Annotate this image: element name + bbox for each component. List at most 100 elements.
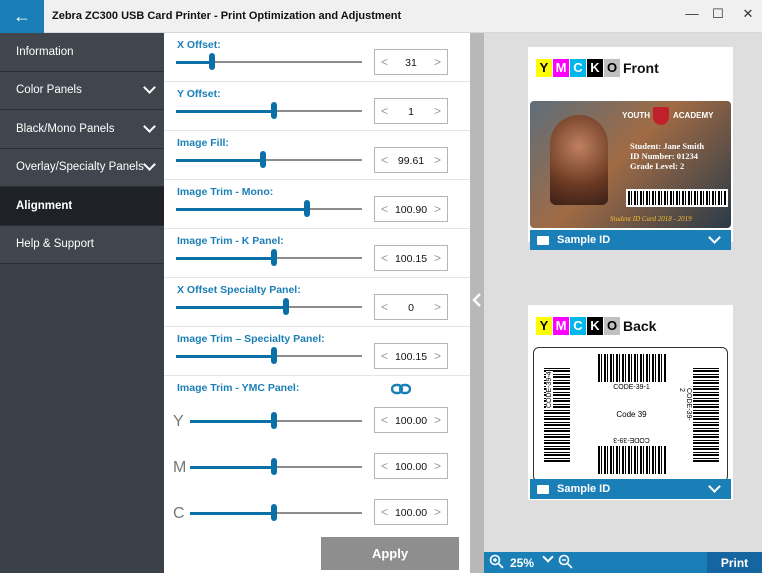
trim-specialty-label: Image Trim – Specialty Panel: (177, 333, 325, 345)
increment-icon[interactable]: > (434, 505, 441, 519)
image-fill-value[interactable]: 99.61 (389, 155, 433, 167)
trim-m-value[interactable]: 100.00 (389, 461, 433, 473)
m-channel-label: M (173, 459, 187, 476)
sidebar-item-black-mono-panels[interactable]: Black/Mono Panels (0, 110, 164, 149)
c-channel-label: C (173, 505, 185, 522)
y-offset-slider-fill (176, 110, 273, 113)
maximize-button[interactable]: ☐ (706, 6, 730, 22)
x-offset-label: X Offset: (177, 39, 221, 51)
sidebar-item-label: Alignment (16, 199, 73, 212)
print-button[interactable]: Print (707, 552, 762, 573)
trim-m-slider-thumb[interactable] (271, 458, 277, 475)
trim-y-slider-thumb[interactable] (271, 412, 277, 429)
back-card-image: CODE-39-1 Code 39 CODE-39-3 CODE-39-4 CO… (533, 347, 728, 482)
trim-m-stepper[interactable]: <100.00 > (374, 453, 448, 479)
chevron-down-icon (708, 480, 721, 493)
trim-c-slider-thumb[interactable] (271, 504, 277, 521)
trim-c-value[interactable]: 100.00 (389, 507, 433, 519)
trim-specialty-slider-thumb[interactable] (271, 347, 277, 364)
front-design-dropdown[interactable]: Sample ID (530, 230, 731, 250)
chevron-left-icon[interactable] (472, 293, 482, 312)
decrement-icon[interactable]: < (381, 459, 388, 473)
trim-mono-value[interactable]: 100.90 (389, 204, 433, 216)
image-fill-slider-fill (176, 159, 262, 162)
y-channel-label: Y (173, 413, 184, 430)
trim-ymc-label: Image Trim - YMC Panel: (177, 382, 300, 394)
x-offset-value[interactable]: 31 (389, 57, 433, 69)
increment-icon[interactable]: > (434, 251, 441, 265)
decrement-icon[interactable]: < (381, 349, 388, 363)
image-fill-slider-thumb[interactable] (260, 151, 266, 168)
increment-icon[interactable]: > (434, 459, 441, 473)
decrement-icon[interactable]: < (381, 104, 388, 118)
decrement-icon[interactable]: < (381, 202, 388, 216)
increment-icon[interactable]: > (434, 413, 441, 427)
x-offset-stepper[interactable]: <31 > (374, 49, 448, 75)
close-button[interactable]: ✕ (736, 6, 760, 22)
trim-k-slider-fill (176, 257, 273, 260)
trim-k-value[interactable]: 100.15 (389, 253, 433, 265)
sidebar-item-color-panels[interactable]: Color Panels (0, 71, 164, 110)
trim-specialty-stepper[interactable]: <100.15 > (374, 343, 448, 369)
image-fill-stepper[interactable]: <99.61 > (374, 147, 448, 173)
trim-m-slider-fill (190, 466, 273, 469)
decrement-icon[interactable]: < (381, 55, 388, 69)
minimize-button[interactable]: — (680, 6, 704, 21)
zoom-in-icon[interactable] (489, 554, 504, 572)
sidebar-item-overlay-specialty-panels[interactable]: Overlay/Specialty Panels (0, 148, 164, 187)
y-offset-stepper[interactable]: <1 > (374, 98, 448, 124)
x-offset-specialty-slider-thumb[interactable] (283, 298, 289, 315)
increment-icon[interactable]: > (434, 300, 441, 314)
trim-k-label: Image Trim - K Panel: (177, 235, 284, 247)
front-panel-legend: Y M C K O Front (536, 59, 659, 77)
chevron-down-icon (708, 231, 721, 244)
barcode-left-label: CODE-39-4 (546, 371, 553, 408)
sidebar: Information Color Panels Black/Mono Pane… (0, 33, 164, 573)
decrement-icon[interactable]: < (381, 251, 388, 265)
chevron-down-icon[interactable] (542, 551, 554, 563)
decrement-icon[interactable]: < (381, 153, 388, 167)
increment-icon[interactable]: > (434, 202, 441, 216)
barcode-right-label: CODE-39-2 (678, 388, 692, 423)
x-offset-slider-thumb[interactable] (209, 53, 215, 70)
school-crest-icon (653, 107, 669, 125)
trim-mono-slider-thumb[interactable] (304, 200, 310, 217)
x-offset-specialty-value[interactable]: 0 (389, 302, 433, 314)
decrement-icon[interactable]: < (381, 413, 388, 427)
increment-icon[interactable]: > (434, 349, 441, 363)
y-offset-slider-thumb[interactable] (271, 102, 277, 119)
trim-specialty-value[interactable]: 100.15 (389, 351, 433, 363)
zoom-level[interactable]: 25% (510, 556, 534, 570)
link-icon[interactable] (390, 382, 412, 398)
alignment-panel: X Offset: <31 > Y Offset: <1 > Image Fill:… (164, 33, 470, 573)
sidebar-item-information[interactable]: Information (0, 33, 164, 72)
trim-c-stepper[interactable]: <100.00 > (374, 499, 448, 525)
y-offset-row: Y Offset: <1 > (164, 82, 470, 131)
y-offset-value[interactable]: 1 (389, 106, 433, 118)
sidebar-item-label: Help & Support (16, 238, 94, 251)
panel-m-badge: M (553, 59, 569, 77)
trim-y-value[interactable]: 100.00 (389, 415, 433, 427)
trim-mono-row: Image Trim - Mono: <100.90 > (164, 180, 470, 229)
x-offset-specialty-stepper[interactable]: <0 > (374, 294, 448, 320)
title-bar: ← Zebra ZC300 USB Card Printer - Print O… (0, 0, 762, 33)
decrement-icon[interactable]: < (381, 300, 388, 314)
trim-k-stepper[interactable]: <100.15 > (374, 245, 448, 271)
sidebar-item-help-support[interactable]: Help & Support (0, 225, 164, 264)
back-arrow-icon[interactable]: ← (0, 0, 44, 33)
trim-mono-stepper[interactable]: <100.90 > (374, 196, 448, 222)
trim-k-slider-thumb[interactable] (271, 249, 277, 266)
school-name-b: ACADEMY (673, 111, 714, 120)
decrement-icon[interactable]: < (381, 505, 388, 519)
trim-y-stepper[interactable]: <100.00 > (374, 407, 448, 433)
increment-icon[interactable]: > (434, 153, 441, 167)
apply-button[interactable]: Apply (321, 537, 459, 570)
student-grade: Grade Level: 2 (630, 161, 685, 171)
trim-y-slider-fill (190, 420, 273, 423)
sidebar-item-alignment[interactable]: Alignment (0, 187, 164, 226)
panel-k-badge: K (587, 59, 603, 77)
zoom-out-icon[interactable] (558, 554, 573, 572)
back-design-dropdown[interactable]: Sample ID (530, 479, 731, 499)
increment-icon[interactable]: > (434, 104, 441, 118)
increment-icon[interactable]: > (434, 55, 441, 69)
